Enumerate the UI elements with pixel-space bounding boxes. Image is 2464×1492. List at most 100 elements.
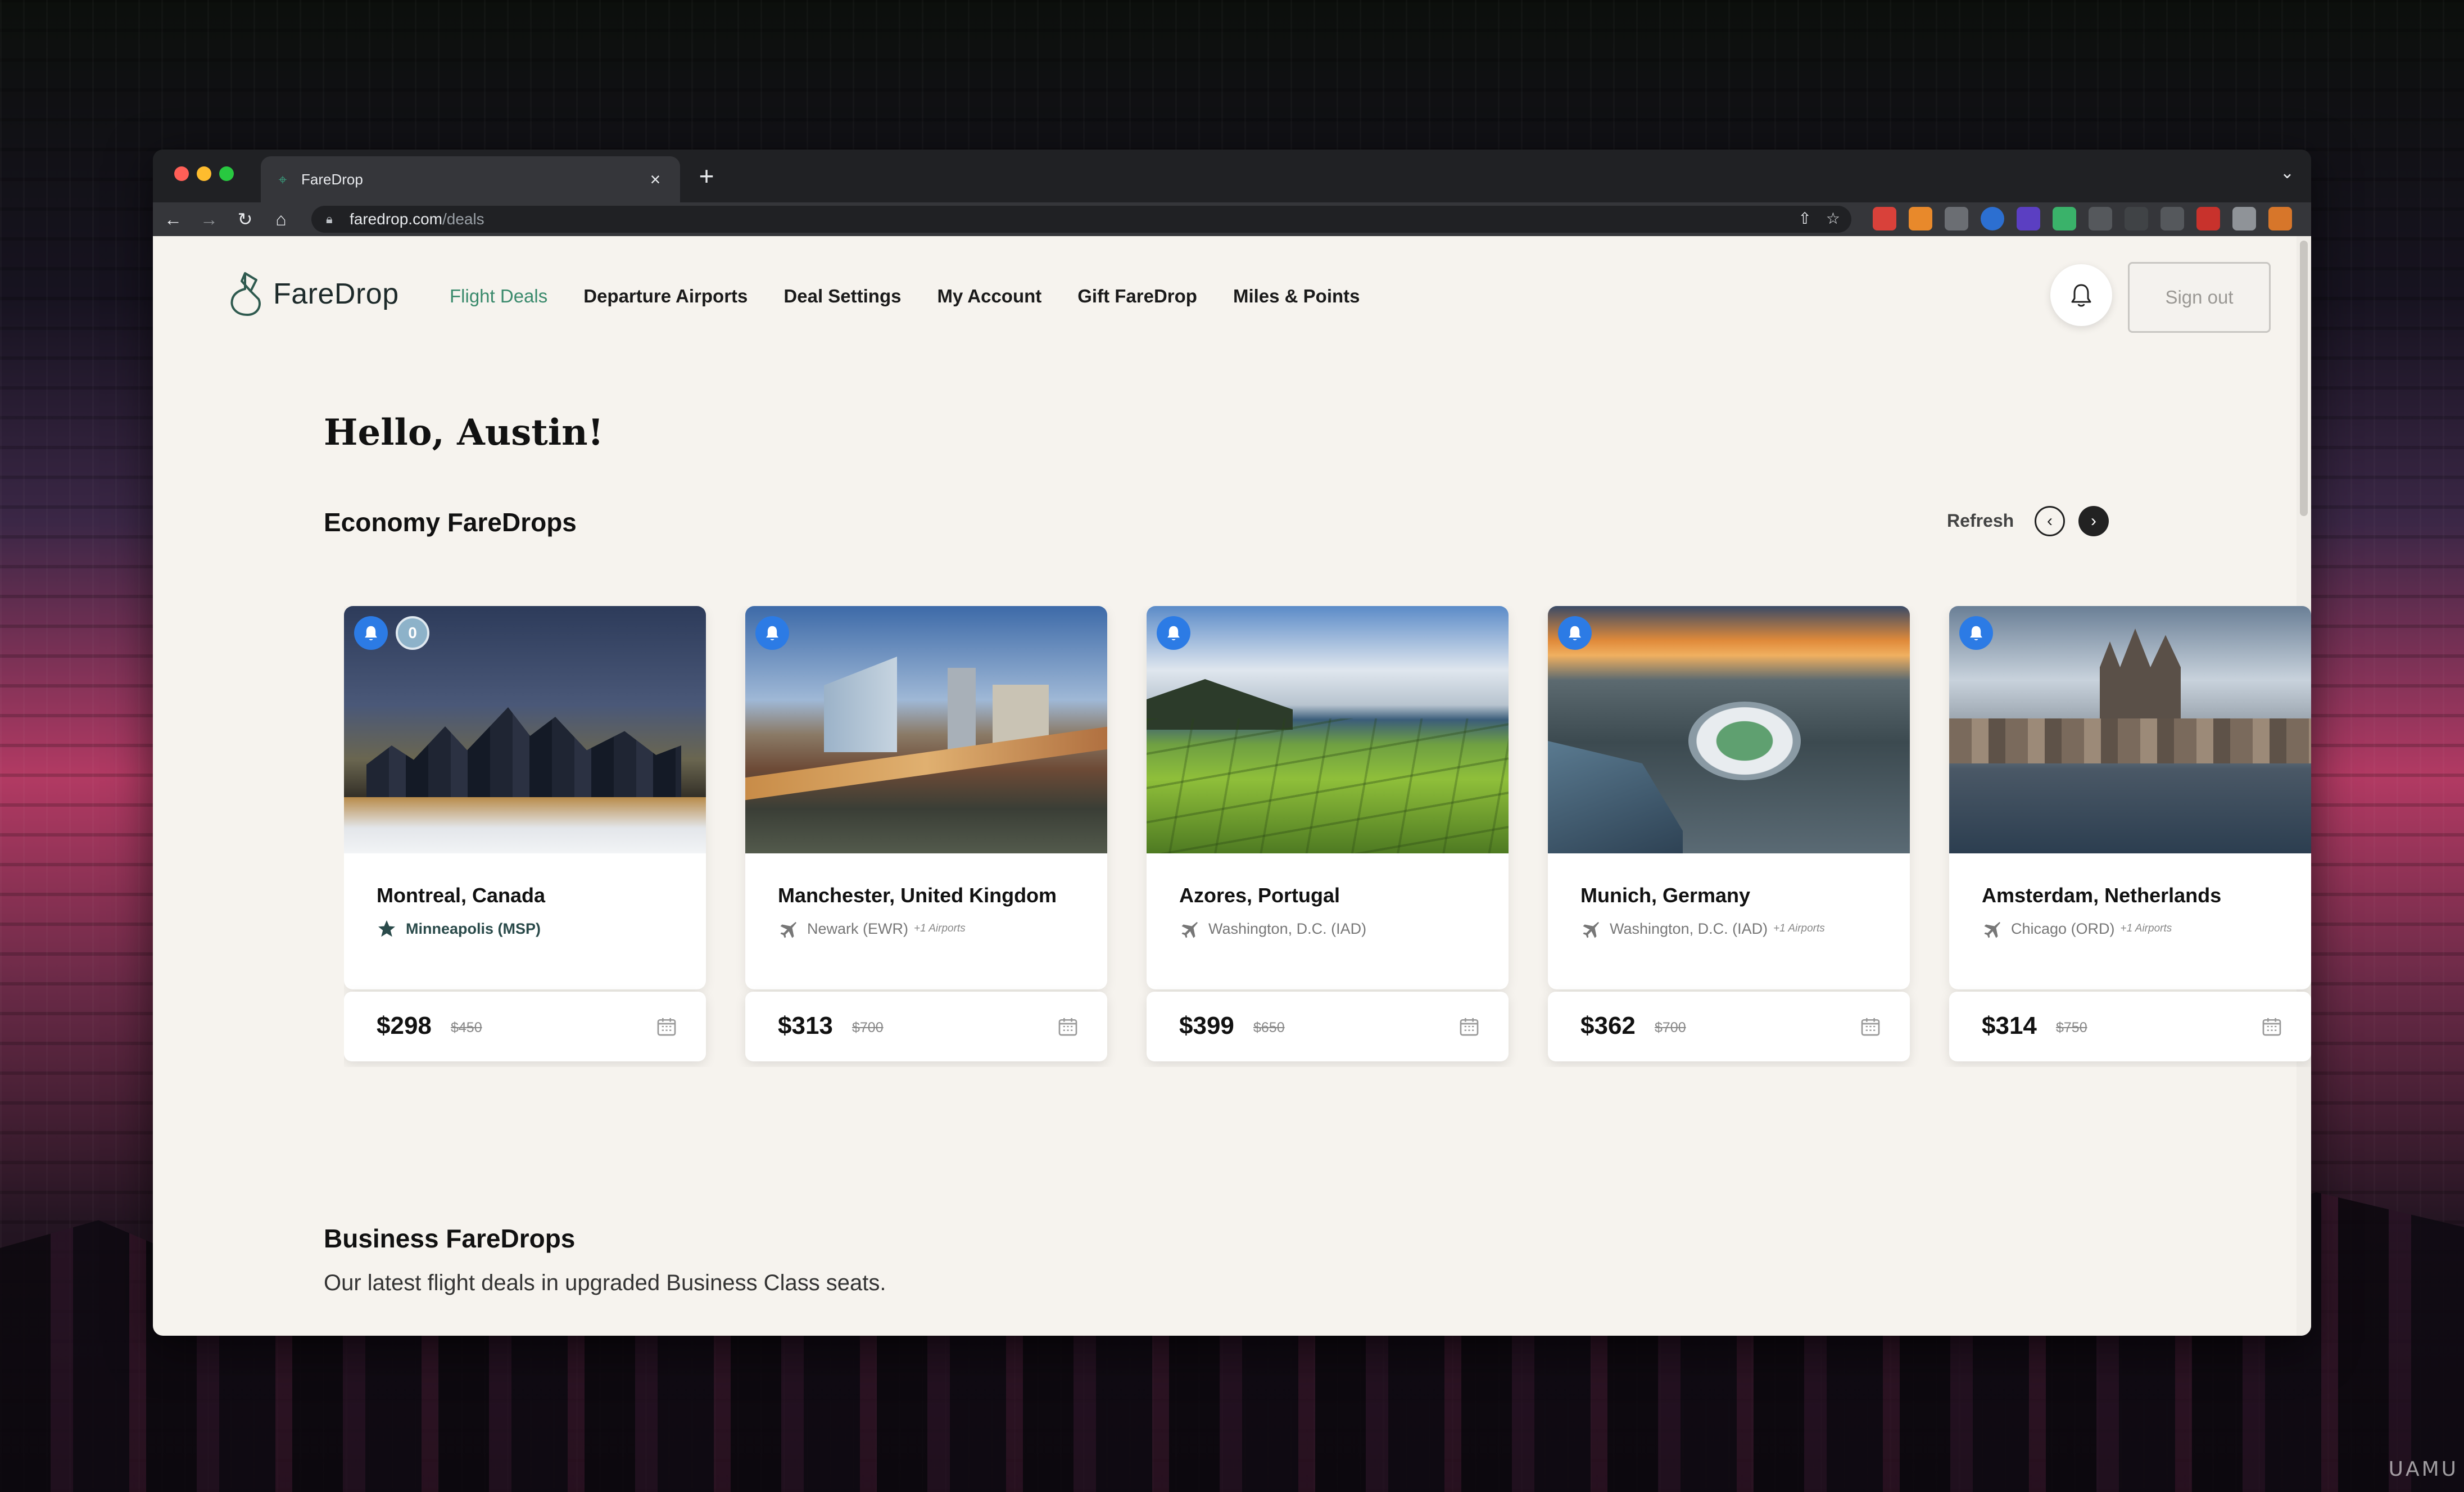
deal-old-price: $650 <box>1253 1020 1285 1036</box>
deal-city: Amsterdam, Netherlands <box>1982 884 2222 907</box>
new-tab-icon[interactable]: + <box>692 161 721 191</box>
deal-city: Manchester, United Kingdom <box>778 884 1057 907</box>
deal-old-price: $450 <box>451 1020 482 1036</box>
bookmark-star-icon[interactable]: ☆ <box>1826 209 1840 228</box>
deal-card-body: Amsterdam, Netherlands Chicago (ORD) +1 … <box>1949 606 2311 989</box>
calendar-icon[interactable] <box>2261 1015 2283 1038</box>
extension-icon[interactable] <box>1909 207 1932 230</box>
extension-icon[interactable] <box>2017 207 2040 230</box>
main-nav: Flight Deals Departure Airports Deal Set… <box>450 286 1360 307</box>
deal-origin: Newark (EWR) +1 Airports <box>778 919 966 939</box>
nav-my-account[interactable]: My Account <box>937 286 1041 307</box>
deal-city: Montreal, Canada <box>377 884 546 907</box>
deal-origin: Chicago (ORD) +1 Airports <box>1982 919 2172 939</box>
tab-faredrop[interactable]: ⌖ FareDrop × <box>261 156 680 202</box>
minimize-window-button[interactable] <box>197 166 211 181</box>
calendar-icon[interactable] <box>655 1015 678 1038</box>
forward-icon[interactable]: → <box>197 207 221 232</box>
destination-photo-montreal: 0 <box>344 606 706 853</box>
deal-city: Azores, Portugal <box>1179 884 1340 907</box>
sign-out-button[interactable]: Sign out <box>2128 262 2271 333</box>
carousel-next-button[interactable]: › <box>2078 506 2109 536</box>
back-icon[interactable]: ← <box>161 207 185 232</box>
faredrop-favicon-icon: ⌖ <box>278 171 287 188</box>
share-icon[interactable]: ⇧ <box>1798 209 1811 228</box>
deal-card-amsterdam[interactable]: Amsterdam, Netherlands Chicago (ORD) +1 … <box>1949 606 2311 1061</box>
extension-icon[interactable] <box>1873 207 1896 230</box>
nav-gift-faredrop[interactable]: Gift FareDrop <box>1077 286 1197 307</box>
carousel-prev-button[interactable]: ‹ <box>2035 506 2065 536</box>
deal-card-manchester[interactable]: Manchester, United Kingdom Newark (EWR) … <box>745 606 1107 1061</box>
business-section-subtitle: Our latest flight deals in upgraded Busi… <box>324 1271 886 1295</box>
tab-search-chevron-icon[interactable]: ⌄ <box>2280 163 2294 183</box>
additional-airports: +1 Airports <box>914 923 966 934</box>
deal-origin: Washington, D.C. (IAD) <box>1179 919 1366 939</box>
deal-card-body: 0 Montreal, Canada Minneapolis (MSP) <box>344 606 706 989</box>
deal-card-azores[interactable]: Azores, Portugal Washington, D.C. (IAD) … <box>1147 606 1509 1061</box>
deal-card-body: Munich, Germany Washington, D.C. (IAD) +… <box>1548 606 1910 989</box>
address-bar[interactable]: 🔒︎ faredrop.com/deals ⇧ ☆ <box>311 206 1851 233</box>
calendar-icon[interactable] <box>1859 1015 1882 1038</box>
faredrop-logo[interactable]: FareDrop <box>225 269 399 319</box>
home-icon[interactable]: ⌂ <box>269 207 293 232</box>
deal-card-munich[interactable]: Munich, Germany Washington, D.C. (IAD) +… <box>1548 606 1910 1061</box>
page-content: FareDrop Flight Deals Departure Airports… <box>153 236 2311 1336</box>
deal-card-montreal[interactable]: 0 Montreal, Canada Minneapolis (MSP) $29… <box>344 606 706 1061</box>
url-path: /deals <box>442 210 484 228</box>
puzzle-extensions-icon[interactable]: ✱ <box>2304 207 2311 230</box>
deal-price-bar: $313 $700 <box>745 992 1107 1061</box>
extension-icon[interactable] <box>2196 207 2220 230</box>
deal-origin: Washington, D.C. (IAD) +1 Airports <box>1580 919 1825 939</box>
logo-text: FareDrop <box>273 278 399 310</box>
password-manager-icon[interactable] <box>1981 207 2004 230</box>
maximize-window-button[interactable] <box>219 166 234 181</box>
deal-price: $313 <box>778 1012 833 1039</box>
bell-icon <box>2071 284 2091 307</box>
deal-price-bar: $298 $450 <box>344 992 706 1061</box>
zero-badge: 0 <box>396 616 429 650</box>
nav-flight-deals[interactable]: Flight Deals <box>450 286 547 307</box>
extension-icon[interactable] <box>2232 207 2256 230</box>
nav-departure-airports[interactable]: Departure Airports <box>583 286 748 307</box>
plane-icon <box>1181 922 1198 938</box>
close-window-button[interactable] <box>174 166 189 181</box>
notifications-button[interactable] <box>2050 264 2112 326</box>
bell-icon <box>766 626 778 640</box>
reload-icon[interactable]: ↻ <box>233 207 257 232</box>
deal-old-price: $750 <box>2056 1020 2087 1036</box>
deal-card-body: Azores, Portugal Washington, D.C. (IAD) <box>1147 606 1509 989</box>
nav-deal-settings[interactable]: Deal Settings <box>783 286 901 307</box>
star-icon <box>378 920 395 937</box>
refresh-button[interactable]: Refresh <box>1947 510 2014 531</box>
plane-icon <box>1583 922 1599 938</box>
economy-deals-carousel: 0 Montreal, Canada Minneapolis (MSP) $29… <box>344 606 2311 1067</box>
bell-icon <box>1569 626 1581 640</box>
deal-alert-badge <box>1558 616 1592 650</box>
lock-icon: 🔒︎ <box>326 212 333 226</box>
nav-miles-points[interactable]: Miles & Points <box>1233 286 1360 307</box>
origin-airport: Washington, D.C. (IAD) <box>1610 920 1768 937</box>
deal-old-price: $700 <box>852 1020 884 1036</box>
deal-alert-badge <box>1959 616 1993 650</box>
additional-airports: +1 Airports <box>2120 923 2172 934</box>
calendar-icon[interactable] <box>1458 1015 1480 1038</box>
extension-icon[interactable] <box>2053 207 2076 230</box>
deal-alert-badge <box>755 616 789 650</box>
economy-section-title: Economy FareDrops <box>324 508 577 537</box>
url-host: faredrop.com <box>350 210 442 228</box>
deal-alert-badge <box>1157 616 1190 650</box>
tab-close-icon[interactable]: × <box>644 169 667 190</box>
browser-toolbar: ← → ↻ ⌂ 🔒︎ faredrop.com/deals ⇧ ☆ ✱ <box>153 202 2311 236</box>
extension-icon[interactable] <box>2125 207 2148 230</box>
screenshot-extension-icon[interactable] <box>2160 207 2184 230</box>
document-extension-icon[interactable] <box>2089 207 2112 230</box>
origin-airport: Chicago (ORD) <box>2011 920 2115 937</box>
tab-bar: ⌖ FareDrop × + ⌄ <box>153 150 2311 202</box>
scrollbar-thumb[interactable] <box>2300 241 2308 516</box>
camera-extension-icon[interactable] <box>1945 207 1968 230</box>
destination-photo-munich <box>1548 606 1910 853</box>
deal-old-price: $700 <box>1655 1020 1686 1036</box>
faredrop-logo-icon <box>230 272 261 316</box>
metamask-icon[interactable] <box>2268 207 2292 230</box>
calendar-icon[interactable] <box>1057 1015 1079 1038</box>
